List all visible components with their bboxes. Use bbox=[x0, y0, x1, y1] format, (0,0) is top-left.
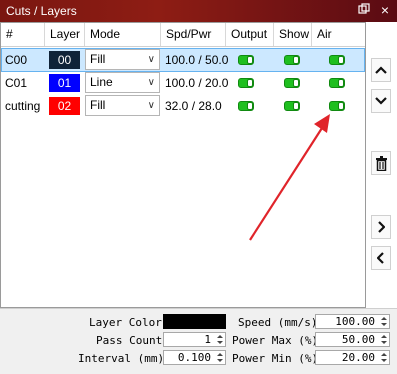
speed-value: 100.00 bbox=[335, 315, 375, 328]
interval-value: 0.100 bbox=[177, 351, 211, 364]
pass-count-label: Pass Count bbox=[96, 334, 163, 347]
pass-count-value: 1 bbox=[204, 333, 211, 346]
move-up-button[interactable] bbox=[371, 58, 391, 82]
spin-arrows-icon[interactable] bbox=[379, 315, 388, 328]
chevron-left-icon bbox=[376, 252, 384, 264]
speed-input[interactable]: 100.00 bbox=[315, 314, 390, 329]
expand-right-button[interactable] bbox=[371, 215, 391, 239]
speed-label: Speed (mm/s) bbox=[238, 316, 318, 329]
trash-icon bbox=[375, 156, 387, 172]
power-min-value: 20.00 bbox=[341, 351, 375, 364]
delete-layer-button[interactable] bbox=[371, 151, 391, 175]
power-min-label: Power Min (%) bbox=[232, 352, 319, 365]
spin-arrows-icon[interactable] bbox=[379, 351, 388, 364]
spin-arrows-icon[interactable] bbox=[215, 351, 224, 364]
power-max-label: Power Max (%) bbox=[232, 334, 319, 347]
power-max-input[interactable]: 50.00 bbox=[315, 332, 390, 347]
power-min-input[interactable]: 20.00 bbox=[315, 350, 390, 365]
spin-arrows-icon[interactable] bbox=[215, 333, 224, 346]
pass-count-input[interactable]: 1 bbox=[163, 332, 226, 347]
chevron-right-icon bbox=[378, 221, 386, 233]
power-max-value: 50.00 bbox=[341, 333, 375, 346]
chevron-up-icon bbox=[375, 66, 387, 74]
layer-settings-panel: Layer Color Speed (mm/s) 100.00 Pass Cou… bbox=[0, 308, 397, 374]
spin-arrows-icon[interactable] bbox=[379, 333, 388, 346]
layer-color-label: Layer Color bbox=[89, 316, 162, 329]
interval-input[interactable]: 0.100 bbox=[163, 350, 226, 365]
interval-label: Interval (mm) bbox=[78, 352, 165, 365]
layer-color-picker[interactable] bbox=[163, 314, 226, 329]
chevron-down-icon bbox=[375, 97, 387, 105]
collapse-left-button[interactable] bbox=[371, 246, 391, 270]
move-down-button[interactable] bbox=[371, 89, 391, 113]
